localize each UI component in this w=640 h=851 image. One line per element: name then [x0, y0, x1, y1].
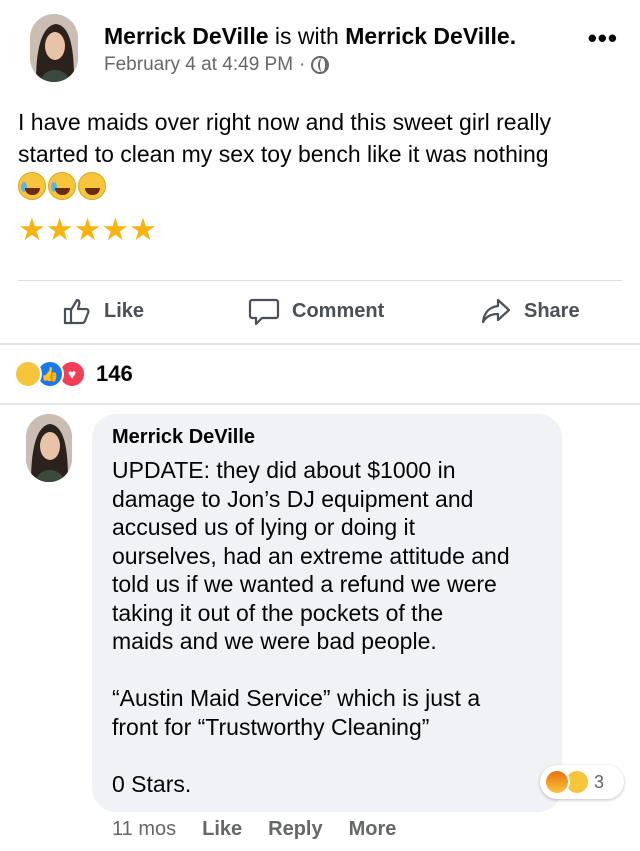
comment-button[interactable]: Comment — [248, 296, 384, 326]
more-options-button[interactable]: ••• — [588, 25, 618, 51]
comment-reactions[interactable]: 3 — [540, 765, 624, 799]
thumbs-up-icon — [63, 298, 90, 325]
like-label: Like — [104, 299, 145, 322]
angry-reaction-icon — [544, 769, 570, 795]
five-stars: ★★★★★ — [18, 212, 157, 247]
comment-actions: 11 mos Like Reply More — [112, 818, 396, 841]
post-timestamp[interactable]: February 4 at 4:49 PM — [104, 54, 293, 76]
reaction-count: 146 — [96, 361, 133, 386]
author-name-link[interactable]: Merrick DeVille — [104, 23, 269, 49]
grinning-sweat-emoji-icon — [78, 172, 106, 200]
comment-text: UPDATE: they did about $1000 in damage t… — [112, 457, 510, 797]
share-button[interactable]: Share — [480, 296, 580, 326]
post-text: I have maids over right now and this swe… — [18, 109, 552, 167]
haha-reaction-icon — [14, 360, 42, 388]
post-action-bar: Like Comment Share — [0, 282, 640, 340]
crying-face-emoji-icon — [18, 172, 46, 200]
post-header: Merrick DeVille is with Merrick DeVille.… — [0, 0, 640, 95]
tagged-name-link[interactable]: Merrick DeVille. — [345, 23, 516, 49]
author-line: Merrick DeVille is with Merrick DeVille. — [104, 22, 516, 50]
comment-reply-link[interactable]: Reply — [268, 818, 322, 841]
tears-of-joy-emoji-icon — [48, 172, 76, 200]
comment-author-name[interactable]: Merrick DeVille — [112, 426, 255, 449]
commenter-avatar[interactable] — [26, 414, 72, 482]
comment-bubble-icon — [248, 298, 280, 326]
divider — [0, 343, 640, 345]
like-button[interactable]: Like — [62, 296, 144, 326]
comment-label: Comment — [292, 299, 385, 322]
with-text: is with — [274, 23, 339, 49]
divider — [0, 403, 640, 405]
comment-more-link[interactable]: More — [349, 818, 397, 841]
divider — [18, 280, 622, 281]
share-label: Share — [524, 299, 580, 322]
meta-separator: · — [299, 54, 306, 75]
reactions-summary[interactable]: 👍 ♥ 146 — [14, 360, 133, 388]
globe-icon[interactable] — [311, 56, 330, 74]
share-arrow-icon — [481, 298, 511, 324]
post-emoji-row — [18, 172, 106, 200]
post-meta: February 4 at 4:49 PM · — [104, 54, 330, 76]
comment-time[interactable]: 11 mos — [112, 818, 176, 841]
comment-reaction-count: 3 — [594, 771, 605, 792]
author-avatar[interactable] — [30, 14, 78, 82]
comment-like-link[interactable]: Like — [202, 818, 242, 841]
